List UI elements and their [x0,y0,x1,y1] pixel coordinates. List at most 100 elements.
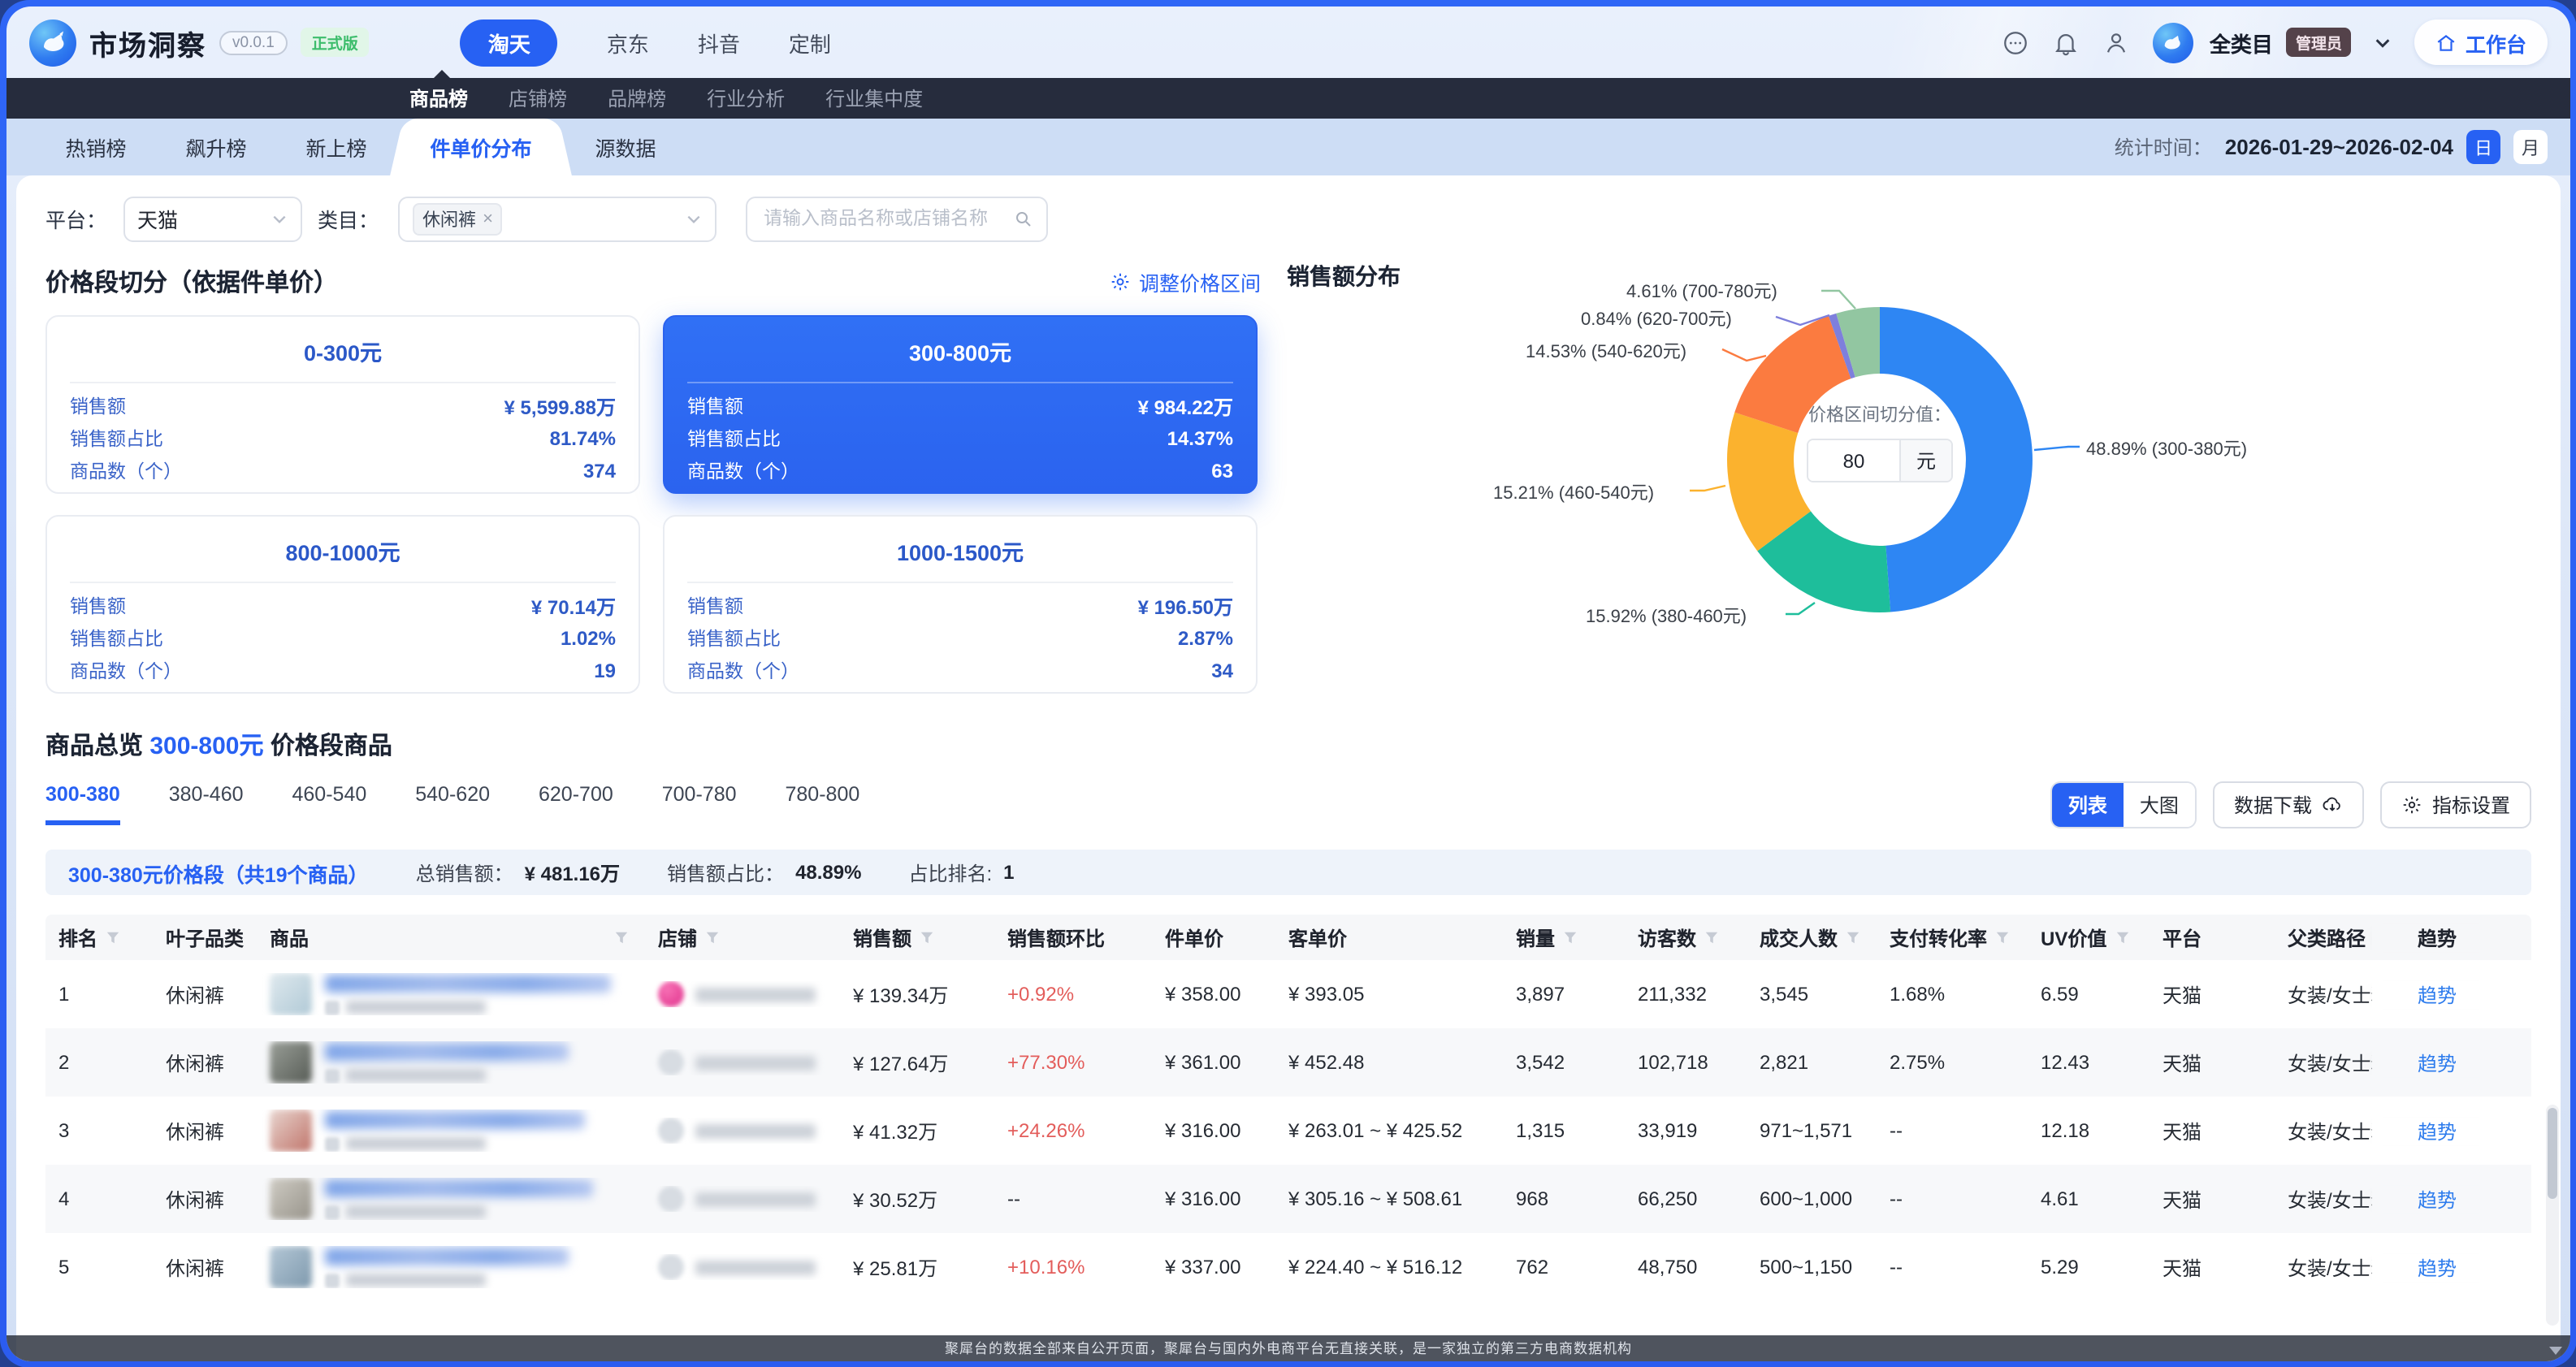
filter-icon[interactable] [1563,930,1578,945]
trend-link[interactable]: 趋势 [2418,980,2457,1008]
filter-icon[interactable] [1995,930,2010,945]
tab-source-data[interactable]: 源数据 [565,119,686,175]
filter-icon[interactable] [705,930,720,945]
product-cell[interactable] [270,973,611,1015]
price-split-input[interactable] [1808,440,1899,481]
scroll-down-icon[interactable] [2549,1347,2562,1355]
blurred-product-name[interactable] [325,1247,569,1265]
range-tab-380-460[interactable]: 380-460 [169,783,244,825]
trend-link[interactable]: 趋势 [2418,1253,2457,1281]
chevron-down-icon[interactable] [2375,33,2392,51]
tab-new[interactable]: 新上榜 [276,119,396,175]
filter-icon[interactable] [106,930,120,945]
blurred-product-name[interactable] [325,1179,593,1196]
price-card-800-1000[interactable]: 800-1000元 销售额 ¥ 70.14万 销售额占比 1.02% 商品数（个） 1… [45,515,640,694]
cell-shop [645,1254,840,1280]
price-card-0-300[interactable]: 0-300元 销售额 ¥ 5,599.88万 销售额占比 81.74% 商品数（个）… [45,315,640,494]
subnav-item-industry-analysis[interactable]: 行业分析 [707,84,785,112]
category-select[interactable]: 休闲裤 × [398,196,717,241]
filter-icon[interactable] [920,930,934,945]
platform-select[interactable]: 天猫 [123,196,302,241]
workbench-button[interactable]: 工作台 [2414,19,2548,65]
blurred-product-id [346,1137,486,1150]
column-header-platform: 平台 [2163,927,2202,950]
blurred-product-id [346,1205,486,1218]
subnav-item-products[interactable]: 商品榜 [409,84,468,112]
price-split-unit: 元 [1899,440,1951,481]
header-actions: 全类目 管理员 工作台 [2002,19,2548,65]
filter-icon[interactable] [614,930,629,945]
search-input[interactable] [760,207,1015,230]
message-icon[interactable] [2002,28,2029,56]
range-tab-540-620[interactable]: 540-620 [415,783,490,825]
monthly-toggle-button[interactable]: 月 [2513,130,2548,164]
subnav-item-industry-concentration[interactable]: 行业集中度 [825,84,923,112]
trend-link[interactable]: 趋势 [2418,1117,2457,1144]
cell-rank: 5 [58,1256,70,1278]
cell-sales: ¥ 30.52万 [853,1188,938,1211]
range-tab-780-800[interactable]: 780-800 [786,783,860,825]
filter-icon[interactable] [1704,930,1719,945]
vertical-scrollbar[interactable] [2546,1105,2559,1326]
subnav-item-brands[interactable]: 品牌榜 [608,84,666,112]
data-download-button[interactable]: 数据下载 [2212,781,2364,828]
shop-cell[interactable] [658,981,816,1007]
product-thumbnail[interactable] [270,1178,312,1220]
list-view-button[interactable]: 列表 [2051,782,2124,826]
pie-label: 15.21% (460-540元) [1493,484,1655,504]
cell-path: 女装/女士精 [2288,1188,2372,1211]
grid-view-button[interactable]: 大图 [2123,782,2195,826]
tab-hot-sales[interactable]: 热销榜 [36,119,156,175]
metric-settings-button[interactable]: 指标设置 [2379,781,2531,828]
blurred-product-name[interactable] [325,974,611,992]
platform-tab-jd[interactable]: 京东 [607,27,649,58]
range-tab-460-540[interactable]: 460-540 [292,783,367,825]
product-cell[interactable] [270,1178,593,1220]
app-surface: 市场洞察 v0.0.1 正式版 淘天 京东 抖音 定制 全类目 管理员 工作台 … [6,6,2570,1361]
account-name[interactable]: 全类目 [2210,27,2273,58]
product-thumbnail[interactable] [270,973,312,1015]
shop-avatar [658,1049,684,1075]
product-thumbnail[interactable] [270,1246,312,1288]
shop-cell[interactable] [658,1186,816,1212]
filter-icon[interactable] [2115,930,2129,945]
search-icon[interactable] [1014,209,1033,228]
blurred-product-name[interactable] [325,1110,585,1128]
shop-cell[interactable] [658,1254,816,1280]
account-avatar[interactable] [2152,22,2193,63]
remove-tag-icon[interactable]: × [483,209,493,228]
user-icon[interactable] [2102,28,2130,56]
price-card-300-800[interactable]: 300-800元 销售额 ¥ 984.22万 销售额占比 14.37% 商品数（个）… [663,315,1258,494]
platform-tab-taotian[interactable]: 淘天 [460,19,558,66]
shop-cell[interactable] [658,1049,816,1075]
scrollbar-thumb[interactable] [2548,1108,2557,1199]
trend-link[interactable]: 趋势 [2418,1185,2457,1213]
adjust-price-range-link[interactable]: 调整价格区间 [1110,266,1261,296]
daily-toggle-button[interactable]: 日 [2466,130,2500,164]
product-thumbnail[interactable] [270,1041,312,1084]
range-tab-300-380[interactable]: 300-380 [45,783,120,825]
product-cell[interactable] [270,1110,585,1152]
range-tab-700-780[interactable]: 700-780 [662,783,737,825]
blurred-product-name[interactable] [325,1042,569,1060]
price-card-1000-1500[interactable]: 1000-1500元 销售额 ¥ 196.50万 销售额占比 2.87% 商品数（个… [663,515,1258,694]
filter-icon[interactable] [1846,930,1860,945]
subnav-item-shops[interactable]: 店铺榜 [509,84,567,112]
product-cell[interactable] [270,1246,569,1288]
view-toggle: 列表 大图 [2050,781,2197,828]
range-tab-620-700[interactable]: 620-700 [539,783,613,825]
blurred-product-id [346,1274,486,1287]
bell-icon[interactable] [2052,28,2080,56]
tab-unit-price-distribution[interactable]: 件单价分布 [389,119,573,177]
shop-cell[interactable] [658,1118,816,1144]
cell-buyers: 971~1,571 [1760,1119,1853,1142]
cell-customer: ¥ 393.05 [1288,983,1365,1006]
trend-link[interactable]: 趋势 [2418,1049,2457,1076]
chevron-down-icon [272,214,285,223]
platform-tab-douyin[interactable]: 抖音 [698,27,740,58]
product-cell[interactable] [270,1041,569,1084]
product-thumbnail[interactable] [270,1110,312,1152]
tab-rising[interactable]: 飙升榜 [156,119,276,175]
platform-tab-custom[interactable]: 定制 [789,27,831,58]
range-tabs: 300-380 380-460 460-540 540-620 620-700 … [45,783,859,825]
